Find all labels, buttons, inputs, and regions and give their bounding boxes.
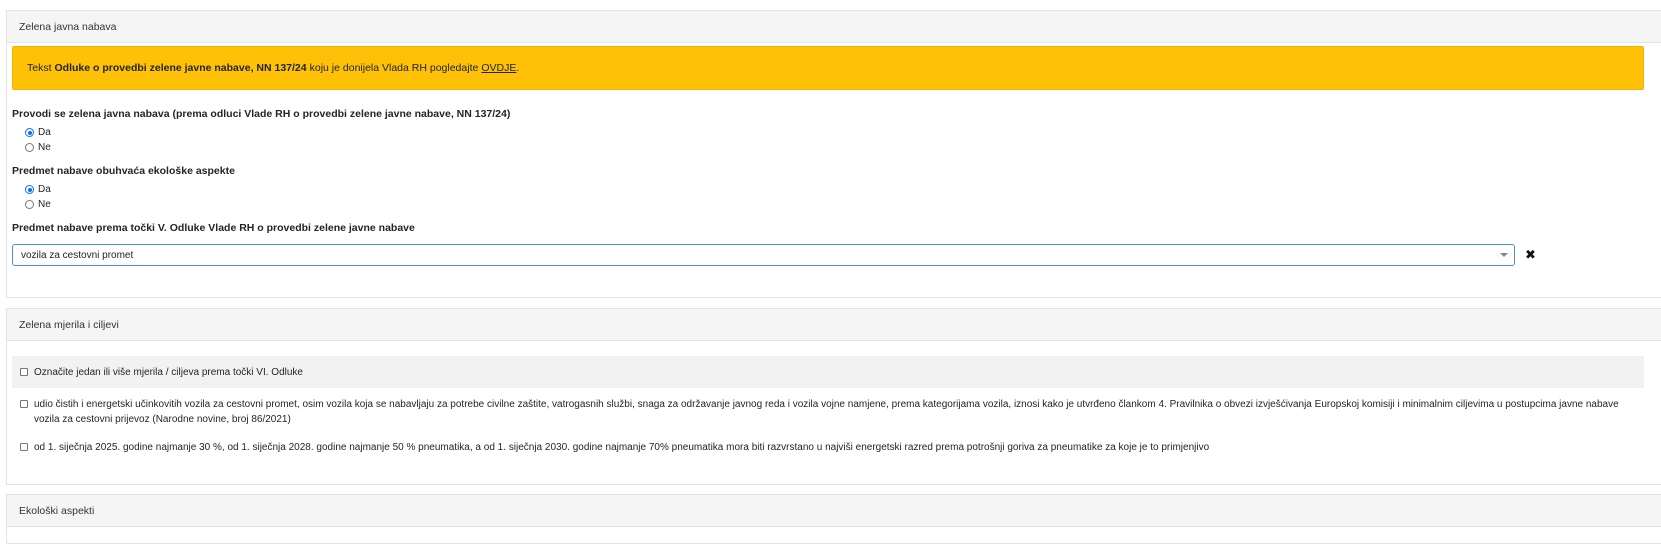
alert-bold-text: Odluke o provedbi zelene javne nabave, N… (54, 62, 307, 74)
checkbox-label: Označite jedan ili više mjerila / ciljev… (34, 366, 303, 378)
radio-button[interactable] (25, 200, 34, 209)
radio-option-ne[interactable]: Ne (25, 142, 51, 153)
radio-label: Da (38, 127, 51, 138)
checkbox[interactable] (20, 368, 28, 376)
panel-title: Zelena javna nabava (19, 20, 117, 33)
clear-icon[interactable]: ✖ (1525, 247, 1536, 263)
criterion-item[interactable]: udio čistih i energetski učinkovitih voz… (12, 397, 1644, 427)
chevron-down-icon[interactable] (1500, 253, 1508, 257)
radio-label: Ne (38, 199, 51, 210)
alert-suffix: . (516, 62, 520, 74)
radio-option-ne[interactable]: Ne (25, 199, 51, 210)
criterion-text: udio čistih i energetski učinkovitih voz… (34, 399, 1619, 425)
panel-title: Zelena mjerila i ciljevi (19, 318, 119, 331)
panel-title: Ekološki aspekti (19, 504, 95, 517)
checkbox[interactable] (20, 443, 28, 451)
alert-middle: koju je donijela Vlada RH pogledajte (309, 62, 479, 74)
question-label-provodi: Provodi se zelena javna nabava (prema od… (12, 108, 511, 120)
radio-label: Da (38, 184, 51, 195)
criterion-item[interactable]: od 1. siječnja 2025. godine najmanje 30 … (12, 440, 1644, 455)
radio-button[interactable] (25, 143, 34, 152)
panel-header: Ekološki aspekti (7, 495, 1661, 527)
radio-button[interactable] (25, 185, 34, 194)
alert-prefix: Tekst (27, 62, 52, 74)
radio-option-da[interactable]: Da (25, 127, 51, 138)
panel-header: Zelena mjerila i ciljevi (7, 309, 1661, 341)
radio-button[interactable] (25, 128, 34, 137)
question-label-ekoloski: Predmet nabave obuhvaća ekološke aspekte (12, 165, 235, 177)
info-alert: Tekst Odluke o provedbi zelene javne nab… (12, 46, 1644, 90)
panel-header: Zelena javna nabava (7, 11, 1661, 43)
question-label-predmet: Predmet nabave prema točki V. Odluke Vla… (12, 222, 415, 234)
predmet-nabave-select[interactable]: vozila za cestovni promet (12, 244, 1515, 266)
select-all-criteria[interactable]: Označite jedan ili više mjerila / ciljev… (12, 356, 1644, 388)
radio-option-da[interactable]: Da (25, 184, 51, 195)
criterion-text: od 1. siječnja 2025. godine najmanje 30 … (34, 442, 1210, 453)
select-value: vozila za cestovni promet (21, 249, 134, 261)
alert-link[interactable]: OVDJE (481, 62, 516, 74)
checkbox[interactable] (20, 400, 28, 408)
radio-label: Ne (38, 142, 51, 153)
panel-ekoloski-aspekti: Ekološki aspekti (6, 494, 1661, 544)
